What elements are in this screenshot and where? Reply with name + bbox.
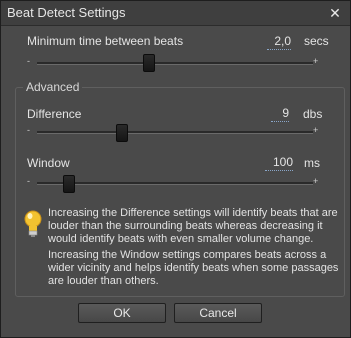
difference-max-marker: +	[313, 125, 319, 135]
difference-value-field[interactable]: 9	[271, 105, 289, 122]
min-time-unit: secs	[304, 34, 329, 48]
min-time-slider-thumb[interactable]	[142, 54, 155, 72]
difference-unit: dbs	[303, 107, 323, 121]
difference-label: Difference	[27, 107, 82, 121]
cancel-button[interactable]: Cancel	[174, 303, 262, 323]
title-bar[interactable]: Beat Detect Settings ✕	[1, 1, 350, 26]
window-unit: ms	[304, 156, 320, 170]
dialog-window: Beat Detect Settings ✕ Minimum time betw…	[0, 0, 351, 338]
min-time-min-marker: -	[27, 56, 30, 66]
min-time-slider-track[interactable]	[37, 62, 313, 65]
advanced-legend: Advanced	[23, 80, 83, 94]
window-max-marker: +	[313, 176, 319, 186]
min-time-value-field[interactable]: 2,0	[267, 33, 291, 50]
difference-slider-thumb[interactable]	[116, 124, 129, 142]
window-value-field[interactable]: 100	[265, 154, 293, 171]
lightbulb-icon	[24, 210, 42, 237]
window-label: Window	[27, 156, 70, 170]
difference-slider-track[interactable]	[37, 131, 313, 134]
info-text-difference: Increasing the Difference settings will …	[48, 207, 338, 245]
min-time-label: Minimum time between beats	[27, 34, 184, 48]
window-slider-thumb[interactable]	[63, 175, 76, 193]
window-slider-track[interactable]	[37, 182, 313, 185]
min-time-max-marker: +	[313, 56, 319, 66]
difference-min-marker: -	[27, 125, 30, 135]
window-min-marker: -	[27, 176, 30, 186]
dialog-title: Beat Detect Settings	[7, 5, 126, 20]
close-icon[interactable]: ✕	[327, 5, 343, 21]
info-text-window: Increasing the Window settings compares …	[48, 249, 339, 287]
ok-button[interactable]: OK	[78, 303, 166, 323]
